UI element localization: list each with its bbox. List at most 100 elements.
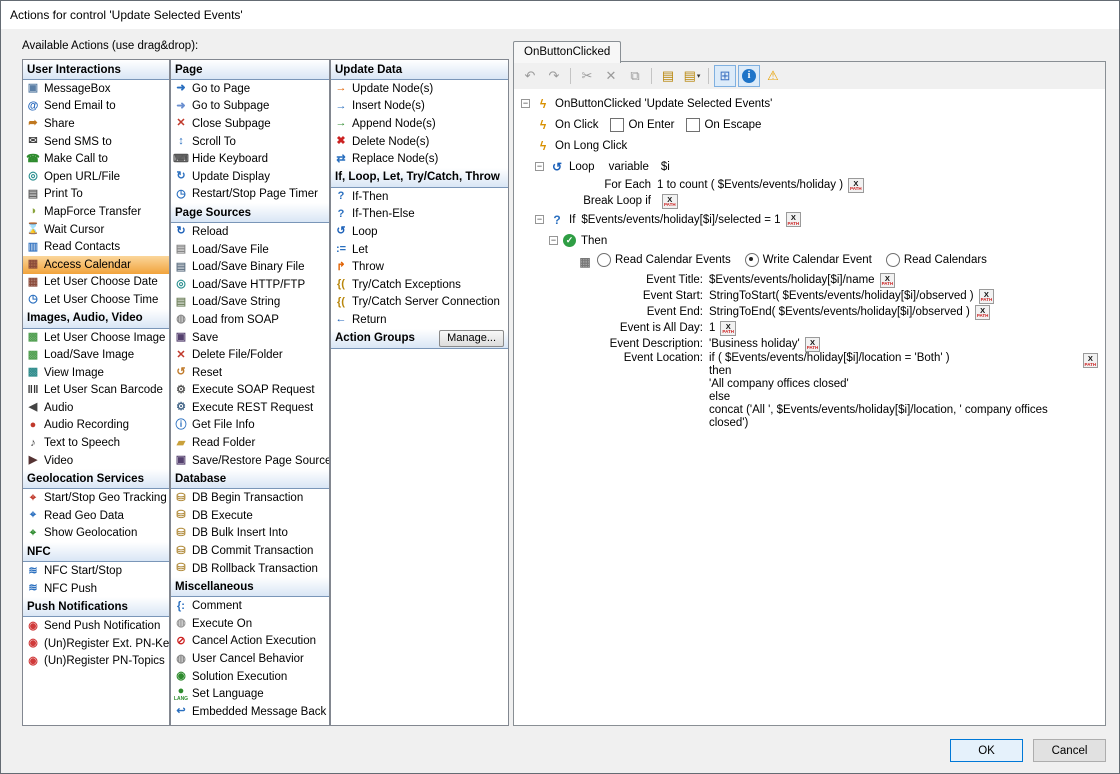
- action-item[interactable]: ◉Send Push Notification: [23, 617, 169, 635]
- action-item[interactable]: ✕Delete File/Folder: [171, 346, 329, 364]
- tree-row-break-loop[interactable]: Break Loop if X PATH: [535, 193, 1098, 209]
- on-enter-checkbox[interactable]: [610, 118, 624, 132]
- action-item[interactable]: ↻Update Display: [171, 168, 329, 186]
- action-item[interactable]: ↻Reload: [171, 223, 329, 241]
- action-item[interactable]: ▩View Image: [23, 364, 169, 382]
- collapse-expander-icon[interactable]: −: [549, 236, 558, 245]
- action-item[interactable]: →Append Node(s): [331, 115, 508, 133]
- action-item[interactable]: ✉Send SMS to: [23, 133, 169, 151]
- action-item[interactable]: ⌛Wait Cursor: [23, 221, 169, 239]
- action-item[interactable]: ⛁DB Execute: [171, 507, 329, 525]
- action-item[interactable]: ←Return: [331, 311, 508, 329]
- action-item[interactable]: ▤Load/Save String: [171, 294, 329, 312]
- tab-onbuttonclicked[interactable]: OnButtonClicked: [513, 41, 621, 63]
- redo-button[interactable]: ↷: [543, 65, 565, 87]
- collapse-expander-icon[interactable]: −: [535, 215, 544, 224]
- action-item[interactable]: ⌖Show Geolocation: [23, 525, 169, 543]
- xpath-edit-button[interactable]: XPATH: [805, 337, 821, 352]
- tree-row-on-click[interactable]: ϟ On Click On Enter On Escape: [535, 114, 1098, 135]
- action-item[interactable]: →Insert Node(s): [331, 98, 508, 116]
- action-item[interactable]: ⛁DB Rollback Transaction: [171, 560, 329, 578]
- calendar-field-row[interactable]: Event is All Day:1XPATH: [521, 320, 1098, 336]
- for-each-value[interactable]: 1 to count ( $Events/events/holiday ): [657, 179, 843, 191]
- tree-row-for-each[interactable]: For Each 1 to count ( $Events/events/hol…: [535, 177, 1098, 193]
- action-item[interactable]: ◎Load/Save HTTP/FTP: [171, 276, 329, 294]
- ok-button[interactable]: OK: [950, 739, 1023, 762]
- xpath-edit-button[interactable]: XPATH: [720, 321, 736, 336]
- if-condition-value[interactable]: $Events/events/holiday[$i]/selected = 1: [581, 214, 780, 226]
- warning-button[interactable]: ⚠: [762, 65, 784, 87]
- action-item[interactable]: ▩Let User Choose Image: [23, 329, 169, 347]
- action-item[interactable]: →Update Node(s): [331, 80, 508, 98]
- action-item[interactable]: ➜Go to Subpage: [171, 98, 329, 116]
- action-item[interactable]: ↱Throw: [331, 258, 508, 276]
- field-value[interactable]: if ( $Events/events/holiday[$i]/location…: [709, 352, 1083, 430]
- field-value[interactable]: $Events/events/holiday[$i]/name: [709, 274, 875, 286]
- loop-variable-value[interactable]: $i: [661, 161, 670, 173]
- action-item[interactable]: {(Try/Catch Exceptions: [331, 276, 508, 294]
- action-item[interactable]: ⊘Cancel Action Execution: [171, 633, 329, 651]
- action-item[interactable]: ◍Execute On: [171, 615, 329, 633]
- action-item[interactable]: ▣Save/Restore Page Sources: [171, 452, 329, 470]
- action-item[interactable]: ▤Load/Save File: [171, 241, 329, 259]
- field-value[interactable]: 1: [709, 322, 715, 334]
- paste-dropdown-button[interactable]: ▤▾: [681, 65, 703, 87]
- action-item[interactable]: ?If-Then-Else: [331, 206, 508, 224]
- action-item[interactable]: {(Try/Catch Server Connection: [331, 294, 508, 312]
- xpath-edit-button[interactable]: XPATH: [975, 305, 991, 320]
- action-item[interactable]: ⓘGet File Info: [171, 417, 329, 435]
- action-item[interactable]: ▤Print To: [23, 186, 169, 204]
- action-item[interactable]: ⌨Hide Keyboard: [171, 150, 329, 168]
- action-item[interactable]: ‖‖Let User Scan Barcode: [23, 382, 169, 400]
- radio-button[interactable]: [597, 253, 611, 267]
- tree-row-loop[interactable]: − ↺ Loop variable $i: [535, 156, 1098, 177]
- action-item[interactable]: ▶Video: [23, 452, 169, 470]
- action-item[interactable]: ↕Scroll To: [171, 133, 329, 151]
- action-item[interactable]: ◷Restart/Stop Page Timer: [171, 186, 329, 204]
- xpath-edit-button[interactable]: X PATH: [786, 212, 802, 227]
- action-item[interactable]: ⛁DB Begin Transaction: [171, 489, 329, 507]
- tree-row-then[interactable]: − ✓ Then: [549, 230, 1098, 251]
- action-item[interactable]: ▥Read Contacts: [23, 238, 169, 256]
- on-escape-checkbox[interactable]: [686, 118, 700, 132]
- action-item[interactable]: ▦Let User Choose Date: [23, 274, 169, 292]
- action-item[interactable]: :=Let: [331, 241, 508, 259]
- action-item[interactable]: ●LANGSet Language: [171, 685, 329, 703]
- tree-row-if[interactable]: − ? If $Events/events/holiday[$i]/select…: [535, 209, 1098, 230]
- action-item[interactable]: ▣MessageBox: [23, 80, 169, 98]
- xpath-edit-button[interactable]: X PATH: [662, 194, 678, 209]
- action-item[interactable]: ↺Loop: [331, 223, 508, 241]
- field-value[interactable]: StringToStart( $Events/events/holiday[$i…: [709, 290, 974, 302]
- calendar-mode-option[interactable]: Read Calendar Events: [597, 253, 731, 267]
- action-item[interactable]: ♪Text to Speech: [23, 434, 169, 452]
- action-item[interactable]: ▩Load/Save Image: [23, 346, 169, 364]
- action-item[interactable]: ▰Read Folder: [171, 434, 329, 452]
- calendar-field-row[interactable]: Event Start:StringToStart( $Events/event…: [521, 288, 1098, 304]
- field-value[interactable]: StringToEnd( $Events/events/holiday[$i]/…: [709, 306, 970, 318]
- action-item[interactable]: ⚙Execute SOAP Request: [171, 382, 329, 400]
- action-item[interactable]: ✕Close Subpage: [171, 115, 329, 133]
- action-item[interactable]: ◉(Un)Register Ext. PN-Key: [23, 635, 169, 653]
- xpath-edit-button[interactable]: XPATH: [979, 289, 995, 304]
- action-item[interactable]: ⌖Read Geo Data: [23, 507, 169, 525]
- action-item[interactable]: ≋NFC Push: [23, 580, 169, 598]
- xpath-edit-button[interactable]: XPATH: [880, 273, 896, 288]
- action-item[interactable]: ▣Save: [171, 329, 329, 347]
- field-value[interactable]: 'Business holiday': [709, 338, 800, 350]
- action-item[interactable]: ?If-Then: [331, 188, 508, 206]
- cancel-button[interactable]: Cancel: [1033, 739, 1106, 762]
- action-item[interactable]: ☎Make Call to: [23, 150, 169, 168]
- xpath-edit-button[interactable]: XPATH: [1083, 353, 1098, 368]
- collapse-expander-icon[interactable]: −: [535, 162, 544, 171]
- action-item[interactable]: ◷Let User Choose Time: [23, 291, 169, 309]
- action-item[interactable]: ↺Reset: [171, 364, 329, 382]
- action-item[interactable]: ◍User Cancel Behavior: [171, 650, 329, 668]
- calendar-mode-option[interactable]: Write Calendar Event: [745, 253, 872, 267]
- action-item[interactable]: ⌖Start/Stop Geo Tracking: [23, 489, 169, 507]
- xpath-edit-button[interactable]: X PATH: [848, 178, 864, 193]
- action-item[interactable]: ≋NFC Start/Stop: [23, 562, 169, 580]
- radio-button[interactable]: [745, 253, 759, 267]
- cut-button[interactable]: ✂: [576, 65, 598, 87]
- action-item[interactable]: ◀Audio: [23, 399, 169, 417]
- action-item[interactable]: ↩Embedded Message Back: [171, 703, 329, 721]
